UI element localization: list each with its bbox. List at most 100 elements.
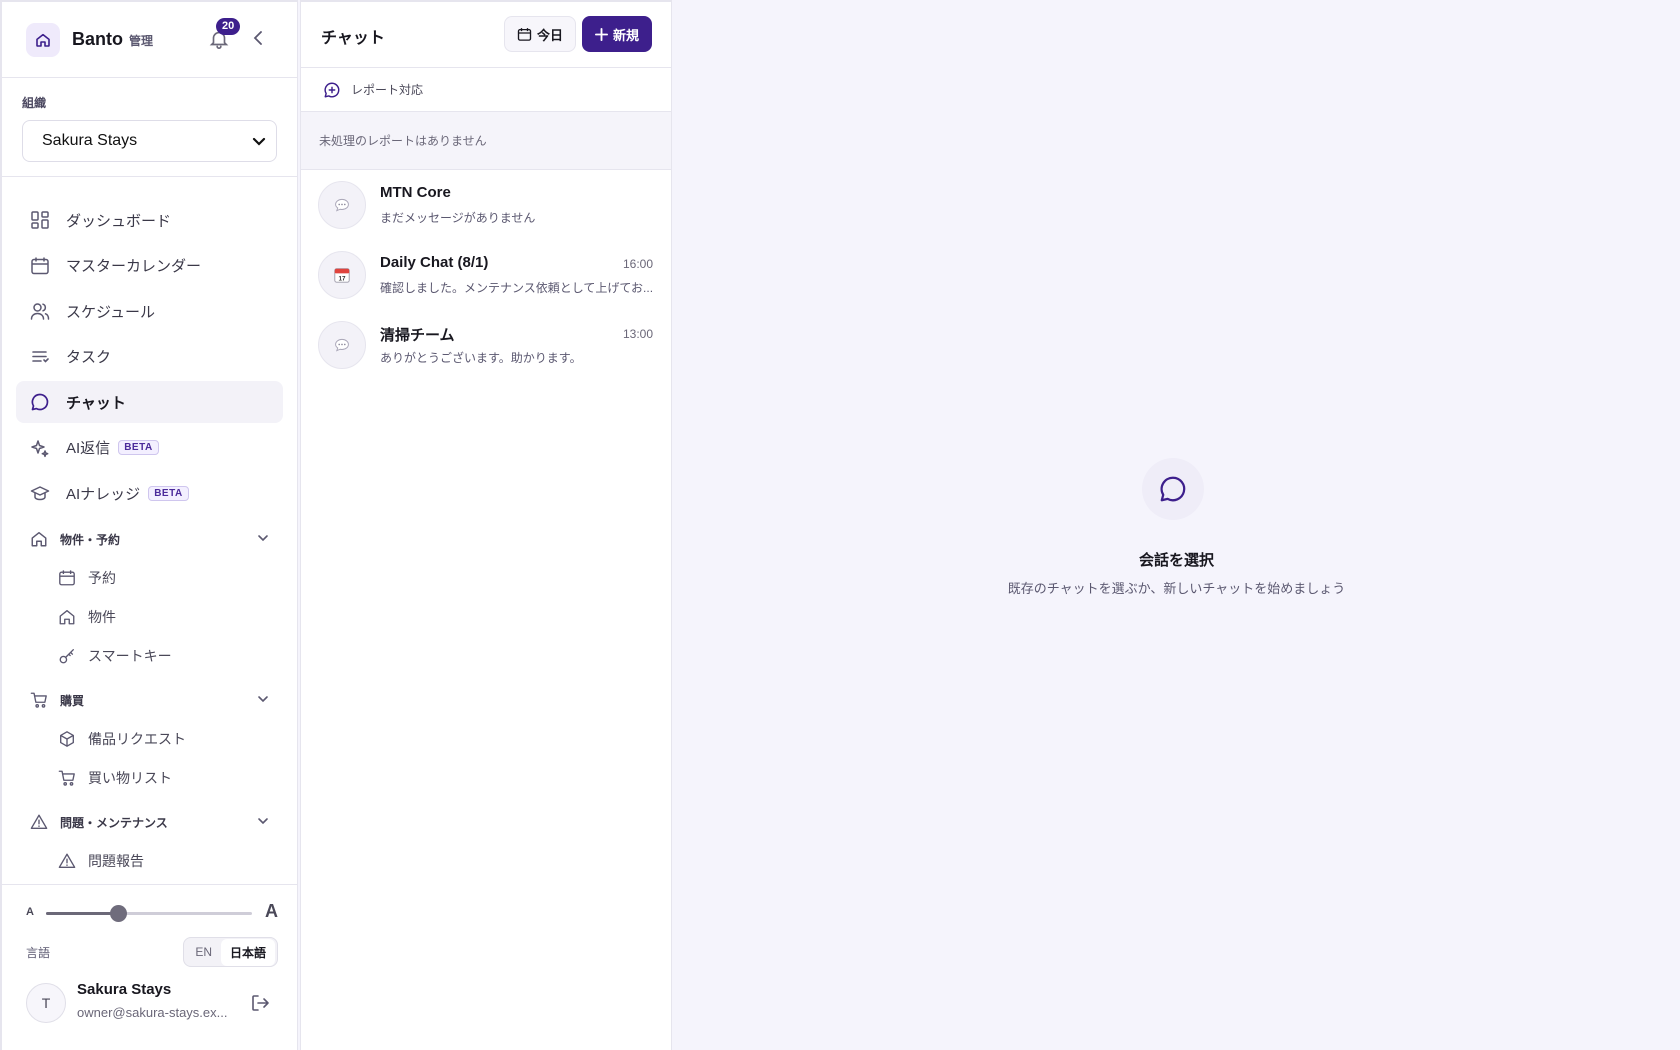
font-small-label: A <box>26 906 34 918</box>
report-handling-label: レポート対応 <box>351 83 424 97</box>
chat-list-panel: チャット 今日 新規 レポート対応 未処理のレポートはありません MTN Cor… <box>300 0 672 1050</box>
nav-group-issues[interactable]: 問題・メンテナンス <box>16 803 283 841</box>
report-handling-row[interactable]: レポート対応 <box>301 68 671 112</box>
font-size-control: A A <box>26 901 278 925</box>
nav-sub-label: スマートキー <box>88 647 172 664</box>
nav-item-label: マスターカレンダー <box>66 258 202 275</box>
speech-bubble-icon <box>318 181 366 229</box>
cart-icon <box>30 691 48 709</box>
users-icon <box>30 301 50 321</box>
beta-badge: BETA <box>148 485 189 501</box>
chevron-down-icon <box>258 696 268 703</box>
no-reports-message: 未処理のレポートはありません <box>301 112 671 170</box>
nav-item-tasks[interactable]: タスク <box>16 336 283 378</box>
conversation-preview: 確認しました。メンテナンス依頼として上げてお... <box>380 281 654 295</box>
org-section: 組織 Sakura Stays <box>2 78 297 177</box>
nav-group-properties[interactable]: 物件・予約 <box>16 520 283 558</box>
warning-icon <box>30 813 48 831</box>
nav-item-label: スケジュール <box>66 303 155 321</box>
nav-sub-label: 物件 <box>88 608 116 625</box>
org-label: 組織 <box>22 96 47 110</box>
home-icon <box>58 608 76 626</box>
conversation-time: 16:00 <box>622 257 653 271</box>
nav-sub-reservations[interactable]: 予約 <box>16 558 283 597</box>
nav-group-purchasing[interactable]: 購買 <box>16 681 283 719</box>
nav-group-label: 購買 <box>60 693 85 708</box>
chevron-down-icon <box>258 535 268 542</box>
language-label: 言語 <box>26 945 51 960</box>
nav-item-label: タスク <box>66 349 112 366</box>
nav-item-label: AI返信 <box>66 440 111 457</box>
beta-badge: BETA <box>118 440 159 455</box>
nav-sub-label: 予約 <box>88 569 116 586</box>
nav-item-ai-knowledge[interactable]: AIナレッジ BETA <box>16 472 283 514</box>
chevron-down-icon <box>258 818 268 825</box>
user-name: Sakura Stays <box>77 981 172 998</box>
nav-item-ai-reply[interactable]: AI返信 BETA <box>16 427 283 469</box>
nav-sub-shopping-list[interactable]: 買い物リスト <box>16 758 283 797</box>
sparkles-icon <box>30 438 50 458</box>
plus-icon <box>594 27 608 41</box>
chevron-down-icon <box>252 137 266 146</box>
font-size-slider-knob[interactable] <box>110 905 128 922</box>
calendar-icon <box>517 27 532 41</box>
conversation-item[interactable]: MTN Core まだメッセージがありません <box>301 170 671 240</box>
home-logo-icon[interactable] <box>26 22 60 57</box>
collapse-sidebar-icon[interactable] <box>250 28 266 48</box>
home-icon <box>30 530 48 548</box>
nav-item-label: ダッシュボード <box>66 212 172 230</box>
nav-item-master-calendar[interactable]: マスターカレンダー <box>16 245 283 287</box>
sidebar: Banto 管理 20 組織 Sakura Stays ダッシュボード マスター… <box>0 0 298 1050</box>
dashboard-icon <box>30 210 50 230</box>
box-icon <box>58 730 76 748</box>
new-chat-button[interactable]: 新規 <box>582 16 652 52</box>
nav-sub-issue-report[interactable]: 問題報告 <box>16 841 283 880</box>
svg-text:17: 17 <box>338 275 346 282</box>
conversation-item[interactable]: 清掃チーム 13:00 ありがとうございます。助かります。 <box>301 310 671 380</box>
main-nav: ダッシュボード マスターカレンダー スケジュール タスク チャット AI返信 B… <box>2 177 297 880</box>
warning-icon <box>58 852 76 870</box>
avatar: T <box>26 983 66 1023</box>
language-toggle: EN 日本語 <box>183 937 278 967</box>
nav-item-schedule[interactable]: スケジュール <box>16 290 283 332</box>
user-profile[interactable]: T Sakura Stays owner@sakura-stays.ex... <box>26 981 278 1025</box>
nav-item-dashboard[interactable]: ダッシュボード <box>16 199 283 241</box>
nav-sub-smart-key[interactable]: スマートキー <box>16 636 283 675</box>
nav-sub-properties[interactable]: 物件 <box>16 597 283 636</box>
nav-group-label: 物件・予約 <box>60 532 121 547</box>
nav-item-label: チャット <box>66 394 126 412</box>
today-button[interactable]: 今日 <box>504 16 576 52</box>
user-email: owner@sakura-stays.ex... <box>77 1005 228 1020</box>
nav-group-label: 問題・メンテナンス <box>60 815 168 830</box>
chat-bubble-icon <box>30 392 50 412</box>
empty-state-title: 会話を選択 <box>1138 552 1214 569</box>
key-icon <box>58 647 76 665</box>
calendar-icon <box>30 256 50 276</box>
chat-main-area: 会話を選択 既存のチャットを選ぶか、新しいチャットを始めましょう <box>673 0 1680 1050</box>
graduation-cap-icon <box>30 483 50 503</box>
language-option-en[interactable]: EN <box>186 940 221 964</box>
language-row: 言語 EN 日本語 <box>26 937 278 967</box>
calendar-icon: 17 <box>318 251 366 299</box>
chat-list-title: チャット <box>321 30 385 47</box>
conversation-name: MTN Core <box>380 184 451 201</box>
conversation-name: Daily Chat (8/1) <box>380 254 489 271</box>
org-select-value: Sakura Stays <box>42 132 138 149</box>
speech-bubble-icon <box>318 321 366 369</box>
nav-sub-label: 問題報告 <box>88 852 144 869</box>
org-select[interactable]: Sakura Stays <box>22 120 277 162</box>
calendar-icon <box>58 569 76 587</box>
conversation-item[interactable]: 17 Daily Chat (8/1) 16:00 確認しました。メンテナンス依… <box>301 240 671 310</box>
today-label: 今日 <box>536 27 563 43</box>
nav-sub-supply-requests[interactable]: 備品リクエスト <box>16 719 283 758</box>
brand-name: Banto <box>72 29 123 49</box>
language-option-ja[interactable]: 日本語 <box>220 938 275 966</box>
empty-state-subtitle: 既存のチャットを選ぶか、新しいチャットを始めましょう <box>1007 581 1346 596</box>
chat-list-header: チャット 今日 新規 <box>301 0 671 68</box>
nav-sub-label: 買い物リスト <box>88 769 172 786</box>
logout-icon[interactable] <box>250 993 270 1013</box>
conversation-preview: ありがとうございます。助かります。 <box>380 351 582 365</box>
notification-count-badge: 20 <box>216 18 241 35</box>
conversation-list: MTN Core まだメッセージがありません 17 Daily Chat (8/… <box>301 170 671 380</box>
nav-item-chat[interactable]: チャット <box>16 381 283 423</box>
